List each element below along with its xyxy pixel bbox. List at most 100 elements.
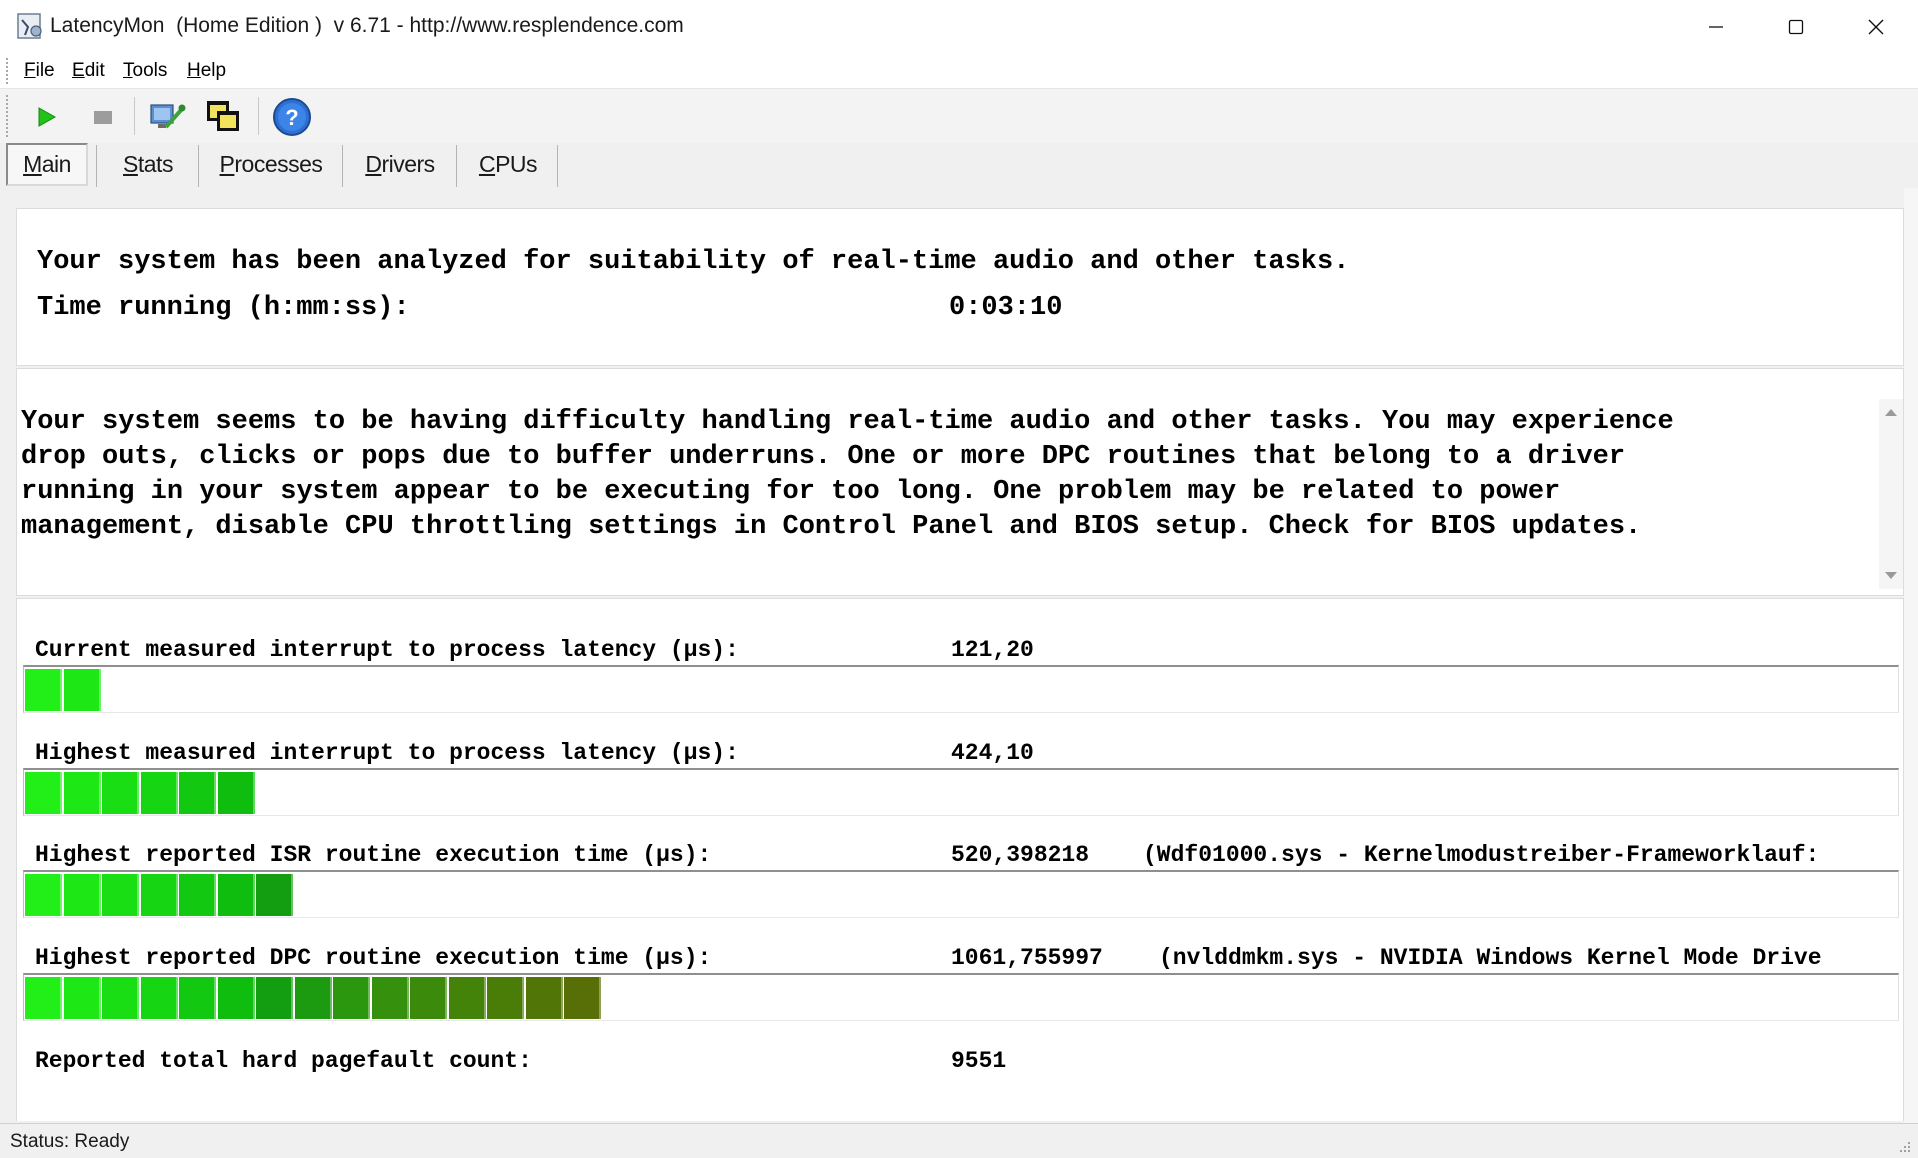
maximize-button[interactable] [1756, 0, 1836, 54]
menu-tools[interactable]: Tools [123, 60, 167, 82]
main-panel: Your system has been analyzed for suitab… [0, 188, 1918, 1123]
tab-cpus[interactable]: CPUs [460, 143, 556, 186]
maximize-icon [1788, 19, 1804, 35]
bar-segment [25, 772, 62, 814]
verdict-line: management, disable CPU throttling setti… [21, 512, 1642, 542]
start-button[interactable] [24, 95, 68, 139]
latency-bar [23, 973, 1899, 1021]
time-running-label: Time running (h:mm:ss): [37, 293, 410, 323]
menu-bar: File Edit Tools Help [0, 54, 1918, 89]
summary-panel: Your system has been analyzed for suitab… [16, 208, 1904, 366]
bar-segment [140, 977, 178, 1019]
help-button[interactable]: ? [270, 95, 314, 139]
tab-separator [342, 145, 343, 187]
bar-segment [140, 874, 178, 916]
bar-segment [371, 977, 409, 1019]
tab-strip: Main Stats Processes Drivers CPUs [0, 143, 1918, 188]
metric-detail: (Wdf01000.sys - Kernelmodustreiber-Frame… [1143, 842, 1820, 868]
status-bar: Status: Ready [0, 1123, 1918, 1158]
bar-segment [25, 977, 62, 1019]
bar-segment [217, 977, 255, 1019]
latency-bar [23, 665, 1899, 713]
toolbar-separator [258, 97, 259, 135]
verdict-line: running in your system appear to be exec… [21, 477, 1561, 507]
bar-segment [102, 977, 139, 1019]
bar-segment [487, 977, 524, 1019]
verdict-line: drop outs, clicks or pops due to buffer … [21, 442, 1626, 472]
menu-grip [6, 58, 8, 84]
bar-segment [102, 874, 139, 916]
tab-separator [456, 145, 457, 187]
bar-segment [179, 874, 216, 916]
scroll-up-icon[interactable] [1884, 407, 1898, 417]
bar-segment [179, 977, 216, 1019]
toolbar-grip [6, 95, 8, 137]
windows-button[interactable] [202, 95, 246, 139]
verdict-text: Your system seems to be having difficult… [21, 405, 1674, 545]
bar-segment [217, 772, 255, 814]
time-running-value: 0:03:10 [949, 293, 1063, 323]
bar-segment [564, 977, 601, 1019]
bar-segment [63, 772, 101, 814]
metric-value: 9551 [951, 1048, 1007, 1074]
bar-segment [102, 772, 139, 814]
bar-segment [410, 977, 447, 1019]
bar-segment [140, 772, 178, 814]
verdict-scrollbar[interactable] [1879, 399, 1903, 589]
latency-bar [23, 870, 1899, 918]
bar-segment [63, 669, 101, 711]
metric-value: 121,20 [951, 637, 1034, 663]
tab-separator [96, 145, 97, 187]
latency-bar [23, 768, 1899, 816]
bar-segment [217, 874, 255, 916]
play-icon [38, 107, 57, 127]
right-scroll-edge [1904, 188, 1918, 1123]
tab-main[interactable]: Main [6, 143, 88, 186]
status-text: Status: Ready [10, 1131, 130, 1152]
verdict-line: Your system seems to be having difficult… [21, 407, 1674, 437]
toolbar-separator [134, 97, 135, 135]
title-bar: LatencyMon (Home Edition ) v 6.71 - http… [0, 0, 1918, 54]
bar-segment [294, 977, 332, 1019]
metric-label: Highest measured interrupt to process la… [35, 740, 739, 766]
toolbar: ? [0, 89, 1918, 143]
help-icon: ? [273, 98, 311, 136]
close-icon [1868, 19, 1884, 35]
minimize-icon [1709, 26, 1723, 28]
metric-label: Highest reported ISR routine execution t… [35, 842, 712, 868]
resize-grip-icon[interactable] [1896, 1138, 1912, 1154]
bar-segment [179, 772, 216, 814]
metric-value: 424,10 [951, 740, 1034, 766]
summary-headline: Your system has been analyzed for suitab… [37, 247, 1350, 277]
monitor-tool-button[interactable] [146, 95, 190, 139]
scroll-down-icon[interactable] [1884, 571, 1898, 581]
window-stack-icon [207, 101, 239, 131]
metric-label: Highest reported DPC routine execution t… [35, 945, 712, 971]
tab-processes[interactable]: Processes [202, 143, 340, 186]
bar-segment [25, 669, 62, 711]
tab-separator [557, 145, 558, 187]
bar-segment [256, 977, 293, 1019]
metrics-panel: Current measured interrupt to process la… [16, 598, 1904, 1121]
bar-segment [63, 874, 101, 916]
metric-value: 520,398218 [951, 842, 1090, 868]
menu-help[interactable]: Help [187, 60, 226, 82]
bar-segment [525, 977, 563, 1019]
tab-stats[interactable]: Stats [100, 143, 196, 186]
bar-segment [256, 874, 293, 916]
window-title: LatencyMon (Home Edition ) v 6.71 - http… [50, 14, 684, 37]
menu-edit[interactable]: Edit [72, 60, 105, 82]
bar-segment [448, 977, 486, 1019]
bar-segment [25, 874, 62, 916]
bar-segment [333, 977, 370, 1019]
metric-detail: (nvlddmkm.sys - NVIDIA Windows Kernel Mo… [1159, 945, 1822, 971]
tab-drivers[interactable]: Drivers [346, 143, 454, 186]
metric-label: Reported total hard pagefault count: [35, 1048, 532, 1074]
menu-file[interactable]: File [24, 60, 55, 82]
bar-segment [63, 977, 101, 1019]
close-button[interactable] [1836, 0, 1916, 54]
monitor-wrench-icon [150, 104, 186, 129]
stop-button[interactable] [80, 95, 124, 139]
verdict-panel: Your system seems to be having difficult… [16, 368, 1904, 596]
minimize-button[interactable] [1676, 0, 1756, 54]
